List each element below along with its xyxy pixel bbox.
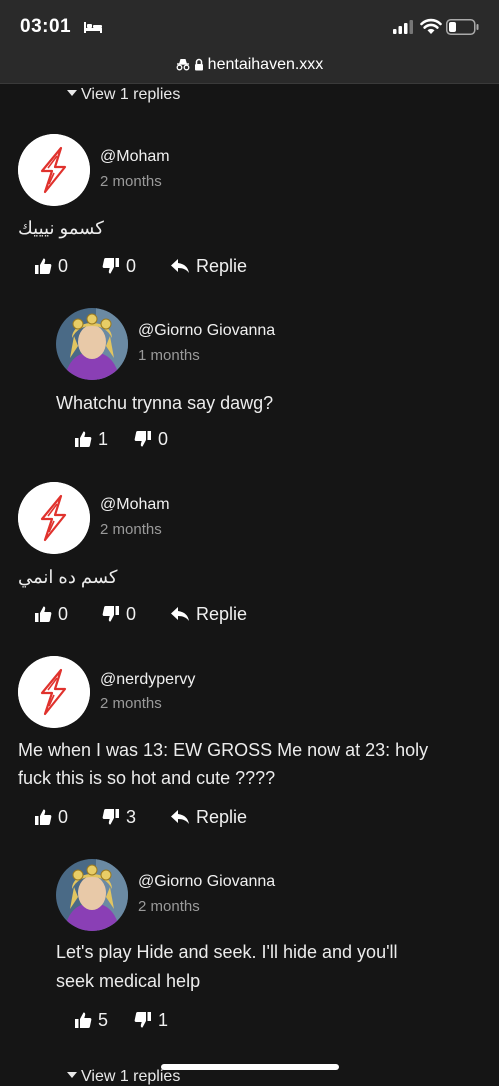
anime-avatar-icon [56, 859, 128, 931]
wifi-icon [420, 18, 442, 34]
comment-username[interactable]: @Moham [100, 148, 170, 166]
dislike-button[interactable]: 1 [134, 1010, 168, 1031]
dislike-button[interactable]: 3 [102, 807, 170, 828]
dislike-count: 0 [126, 255, 137, 276]
url-text: hentaihaven.xxx [207, 56, 324, 73]
avatar-giorno-giovanna[interactable] [56, 859, 128, 931]
comment-username[interactable]: @Moham [100, 496, 170, 514]
comment-time: 2 months [100, 173, 162, 190]
sleep-focus-icon [84, 22, 102, 33]
like-button[interactable]: 5 [74, 1010, 134, 1031]
reply-arrow-icon [171, 607, 189, 621]
thumbs-down-icon [102, 258, 119, 274]
thumbs-down-icon [134, 431, 151, 447]
battery-icon [446, 19, 479, 35]
reply-button[interactable]: Replie [170, 256, 247, 277]
comment-time: 1 months [138, 347, 200, 364]
cellular-signal-icon [393, 20, 413, 34]
thumbs-up-icon [75, 1012, 92, 1028]
reply-button[interactable]: Replie [170, 604, 247, 625]
dislike-count: 0 [126, 603, 137, 624]
lightning-logo-icon [18, 134, 90, 206]
comment-text-line-1: Me when I was 13: EW GROSS Me now at 23:… [18, 740, 429, 760]
dislike-count: 0 [158, 428, 169, 449]
like-count: 5 [98, 1009, 109, 1030]
thumbs-up-icon [35, 258, 52, 274]
caret-down-icon [67, 90, 77, 96]
thumbs-down-icon [102, 809, 119, 825]
thumbs-up-icon [35, 606, 52, 622]
comment-actions: 0 0 Replie [34, 254, 247, 278]
avatar-moham[interactable] [18, 482, 90, 554]
caret-down-icon [67, 1072, 77, 1078]
anime-avatar-icon [56, 308, 128, 380]
thumbs-down-icon [102, 606, 119, 622]
comment-time: 2 months [138, 898, 200, 915]
avatar-moham[interactable] [18, 134, 90, 206]
dislike-button[interactable]: 0 [134, 429, 168, 450]
view-replies-label: View 1 replies [81, 86, 181, 103]
thumbs-down-icon [134, 1012, 151, 1028]
comment-username[interactable]: @Giorno Giovanna [138, 873, 275, 891]
like-count: 0 [58, 603, 69, 624]
avatar-giorno-giovanna[interactable] [56, 308, 128, 380]
dislike-button[interactable]: 0 [102, 256, 170, 277]
reply-label: Replie [196, 806, 248, 827]
like-button[interactable]: 0 [34, 256, 102, 277]
reply-arrow-icon [171, 810, 189, 824]
comment-actions: 0 0 Replie [34, 602, 247, 626]
view-replies-button[interactable]: View 1 replies [67, 86, 180, 104]
comment-text-line-2: fuck this is so hot and cute ???? [18, 768, 276, 788]
view-replies-label: View 1 replies [81, 1068, 181, 1085]
comment-username[interactable]: @Giorno Giovanna [138, 322, 275, 340]
dislike-button[interactable]: 0 [102, 604, 170, 625]
dislike-count: 1 [158, 1009, 169, 1030]
comment-actions: 1 0 [74, 427, 168, 451]
home-indicator[interactable] [161, 1064, 339, 1070]
like-button[interactable]: 1 [74, 429, 134, 450]
reply-label: Replie [196, 603, 248, 624]
comment-text-line-2: seek medical help [56, 971, 201, 991]
lightning-logo-icon [18, 656, 90, 728]
avatar-nerdypervy[interactable] [18, 656, 90, 728]
comment-text: Whatchu trynna say dawg? [56, 393, 274, 413]
comment-time: 2 months [100, 695, 162, 712]
lightning-logo-icon [18, 482, 90, 554]
comment-time: 2 months [100, 521, 162, 538]
reply-button[interactable]: Replie [170, 807, 247, 828]
thumbs-up-icon [75, 431, 92, 447]
reply-arrow-icon [171, 259, 189, 273]
comment-text: كسم ده انمي [18, 567, 118, 587]
like-button[interactable]: 0 [34, 604, 102, 625]
comment-actions: 5 1 [74, 1008, 168, 1032]
reply-label: Replie [196, 255, 248, 276]
view-replies-button[interactable]: View 1 replies [67, 1068, 180, 1086]
status-time: 03:01 [20, 16, 72, 37]
like-button[interactable]: 0 [34, 807, 102, 828]
comment-actions: 0 3 Replie [34, 805, 247, 829]
like-count: 0 [58, 806, 69, 827]
browser-address[interactable]: hentaihaven.xxx [0, 56, 499, 74]
comment-username[interactable]: @nerdypervy [100, 671, 195, 689]
comment-text: كسمو نيييك [18, 218, 104, 238]
like-count: 1 [98, 428, 109, 449]
privacy-icon [176, 59, 190, 71]
thumbs-up-icon [35, 809, 52, 825]
dislike-count: 3 [126, 806, 137, 827]
lock-icon [194, 58, 203, 71]
like-count: 0 [58, 255, 69, 276]
comment-text-line-1: Let's play Hide and seek. I'll hide and … [56, 942, 398, 962]
